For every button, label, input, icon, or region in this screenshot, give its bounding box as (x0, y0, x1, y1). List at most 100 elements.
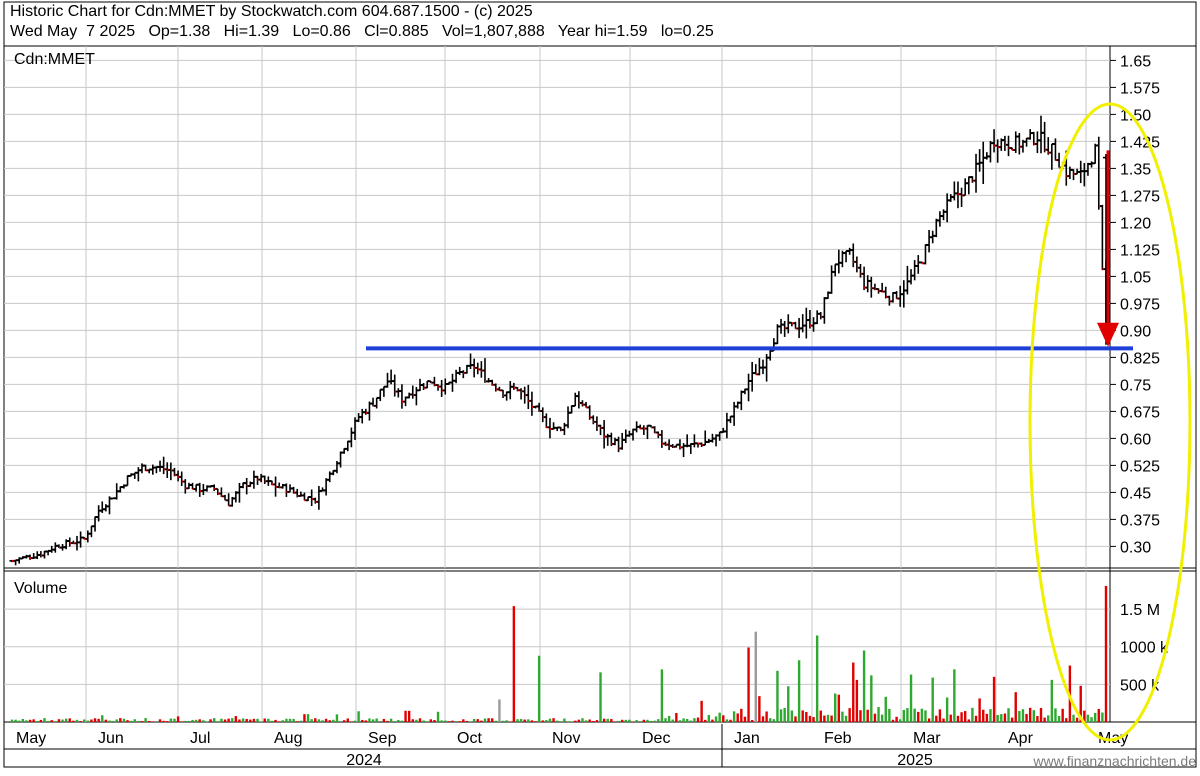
volume-bar (1094, 713, 1096, 722)
volume-bar (264, 718, 266, 722)
month-label: Jun (98, 730, 124, 747)
price-tick-label: 1.35 (1120, 161, 1151, 178)
volume-bar (603, 719, 605, 722)
volume-bar (180, 721, 182, 722)
ohlc-bar (1024, 138, 1030, 147)
ohlc-bar (454, 370, 460, 383)
ohlc-bar (934, 219, 940, 237)
volume-bar (614, 721, 616, 722)
volume-bar (1033, 710, 1035, 722)
volume-bar (780, 709, 782, 722)
volume-bar (249, 720, 251, 722)
volume-bar (32, 719, 34, 722)
volume-bar (794, 716, 796, 722)
price-tick-label: 1.575 (1120, 80, 1160, 97)
volume-bar (783, 708, 785, 722)
volume-bar (957, 716, 959, 722)
ohlc-bar (74, 536, 80, 551)
volume-bar (379, 721, 381, 722)
volume-bar (679, 720, 681, 722)
volume-bar (690, 721, 692, 722)
ohlc-bar (750, 362, 756, 392)
month-label: Jul (190, 730, 210, 747)
ohlc-bar (869, 277, 875, 298)
volume-bar (1040, 708, 1042, 722)
price-panel-title: Cdn:MMET (14, 51, 95, 68)
ohlc-bar (190, 483, 196, 489)
volume-bar (224, 719, 226, 722)
volume-bar (729, 720, 731, 722)
ohlc-bar (912, 260, 918, 280)
ohlc-bar (916, 255, 922, 274)
volume-bar (711, 720, 713, 722)
volume-bar (390, 719, 392, 722)
ohlc-bar (844, 251, 850, 262)
volume-bar (639, 721, 641, 722)
volume-bar (653, 721, 655, 722)
ohlc-bar (284, 483, 290, 496)
ohlc-bar (959, 188, 965, 207)
volume-bar (516, 719, 518, 722)
volume-bar (812, 717, 814, 722)
volume-bar (448, 721, 450, 722)
ohlc-bar (818, 312, 824, 319)
volume-bar (567, 721, 569, 722)
volume-bar (542, 720, 544, 722)
volume-bar (628, 720, 630, 722)
month-label: May (16, 730, 46, 747)
ohlc-bar (519, 388, 525, 399)
ohlc-bar (591, 415, 597, 424)
ohlc-bar (598, 425, 604, 435)
volume-bar (895, 717, 897, 722)
ohlc-bar (688, 443, 694, 454)
volume-bar (227, 719, 229, 722)
volume-bar (404, 711, 406, 722)
volume-bar (119, 718, 121, 722)
volume-bar (960, 712, 962, 722)
volume-bar (307, 714, 309, 722)
ohlc-bar (93, 517, 99, 532)
volume-bar (718, 713, 720, 722)
volume-bar (162, 721, 164, 722)
volume-bar (480, 721, 482, 722)
ohlc-bar (724, 413, 730, 439)
ohlc-bar (100, 501, 106, 513)
volume-bar (79, 721, 81, 722)
volume-bar (444, 721, 446, 722)
volume-bar (473, 719, 475, 722)
volume-bar (924, 710, 926, 722)
volume-bar (394, 721, 396, 722)
ohlc-bar (793, 322, 799, 329)
volume-bar (599, 672, 601, 722)
volume-bar (657, 719, 659, 722)
volume-bar (29, 720, 31, 722)
volume-bar (130, 721, 132, 722)
volume-bar (25, 720, 27, 722)
volume-bar (72, 721, 74, 722)
volume-bar (289, 719, 291, 722)
volume-bar (83, 719, 85, 722)
price-tick-label: 0.90 (1120, 323, 1151, 340)
ohlc-bar (508, 381, 514, 399)
volume-bar (375, 718, 377, 722)
volume-bar (769, 718, 771, 722)
volume-bar (509, 721, 511, 722)
month-label: Aug (274, 730, 302, 747)
volume-bar (758, 696, 760, 722)
ohlc-bar (186, 483, 192, 489)
volume-bar (1043, 718, 1045, 722)
volume-bar (199, 719, 201, 722)
volume-bar (51, 720, 53, 722)
volume-bar (459, 721, 461, 722)
ohlc-bar (176, 471, 182, 482)
volume-bar (296, 721, 298, 722)
ohlc-bar (966, 177, 972, 195)
volume-bar (841, 712, 843, 722)
volume-bar (148, 721, 150, 722)
volume-bar (1015, 692, 1017, 722)
volume-bar (498, 699, 500, 722)
ohlc-bar (963, 178, 969, 195)
chart-canvas: 1.651.5751.501.4251.351.2751.201.1251.05… (0, 0, 1200, 771)
volume-bar (408, 711, 410, 722)
ohlc-bar (659, 430, 665, 448)
